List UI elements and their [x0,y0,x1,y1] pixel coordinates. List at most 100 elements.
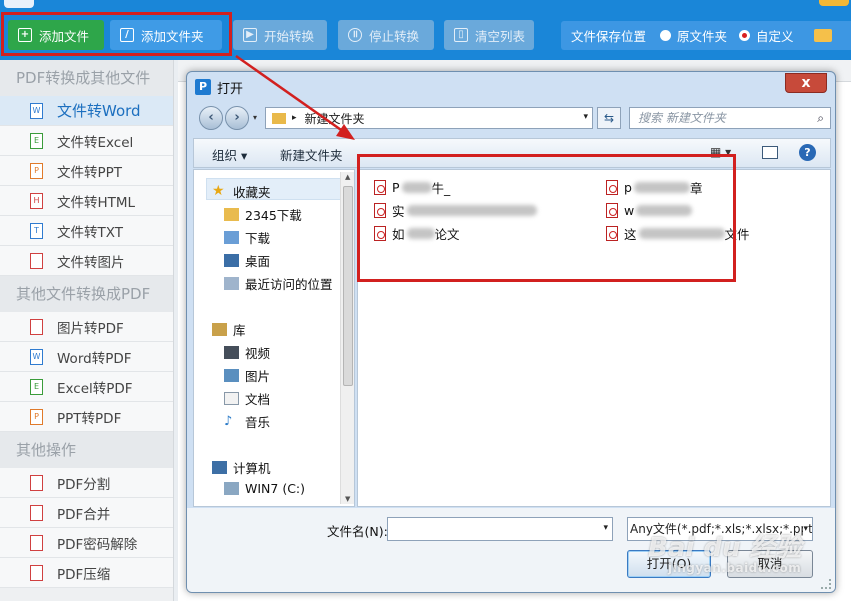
filename-dropdown-icon[interactable]: ▾ [603,523,608,533]
sidebar-item-label: 文件转Word [57,102,141,120]
close-button[interactable]: x [785,73,827,93]
address-folder-name: 新建文件夹 [304,111,365,126]
sidebar-item[interactable]: PDF合并 [0,498,173,528]
back-arrow-icon[interactable]: ‹ [199,106,223,130]
file-type-icon [30,474,43,491]
nav-recent-label: 最近访问的位置 [245,277,333,292]
sidebar-item[interactable]: PDF压缩 [0,558,173,588]
sidebar-item[interactable]: T 文件转TXT [0,216,173,246]
nav-videos-label: 视频 [245,346,271,361]
nav-pictures[interactable]: 图片 [224,366,270,385]
folder-icon[interactable] [813,29,832,42]
sidebar-item-label: PPT转PDF [57,410,122,427]
sidebar-item-label: Excel转PDF [57,380,133,397]
nav-videos[interactable]: 视频 [224,343,270,362]
watermark-main: Bai du 经验 [648,533,802,563]
nav-music[interactable]: ♪ 音乐 [224,412,270,431]
nav-desktop-label: 桌面 [245,254,271,269]
sidebar-item[interactable]: PDF分割 [0,468,173,498]
sidebar-item[interactable]: E Excel转PDF [0,372,173,402]
nav-libraries[interactable]: 库 [212,320,246,339]
file-type-icon: W [30,102,43,119]
sidebar-item[interactable]: PDF密码解除 [0,528,173,558]
nav-scrollbar[interactable]: ▲ ▼ [340,172,354,504]
help-icon[interactable]: ? [799,144,816,161]
file-type-icon [30,564,43,581]
stop-convert-button[interactable]: ॥ 停止转换 [338,20,434,50]
file-type-icon: P [30,408,43,425]
sidebar-item-label: PDF压缩 [57,566,111,583]
organize-menu[interactable]: 组织 ▾ [212,145,247,164]
section-other-ops: 其他操作 [0,432,173,468]
sidebar: PDF转换成其他文件 W 文件转Word E 文件转Excel P 文件转PPT H 文件转H… [0,60,174,601]
sidebar-item-label: 文件转HTML [57,194,136,211]
nav-downloads-label: 下载 [245,231,271,246]
search-input[interactable]: 搜索 新建文件夹 ⌕ [629,107,831,129]
sidebar-item-label: PDF分割 [57,476,111,493]
sidebar-item-label: 文件转Excel [57,134,134,151]
nav-recent[interactable]: 最近访问的位置 [224,274,333,293]
sidebar-item[interactable]: 图片转PDF [0,312,173,342]
sidebar-item[interactable]: W 文件转Word [0,96,173,126]
video-icon [224,346,239,359]
nav-favorites-label: 收藏夹 [233,185,271,200]
address-dropdown-icon[interactable]: ▾ [583,112,588,122]
new-folder-button[interactable]: 新建文件夹 [280,145,343,164]
music-note-icon: ♪ [224,414,233,429]
preview-pane-icon[interactable] [762,146,778,159]
search-icon[interactable]: ⌕ [817,108,824,128]
sidebar-item-label: PDF合并 [57,506,111,523]
radio-original-folder[interactable] [660,30,672,41]
sidebar-item[interactable]: W Word转PDF [0,342,173,372]
file-type-icon [30,252,43,269]
recent-places-icon [224,277,239,290]
nav-downloads[interactable]: 下载 [224,228,270,247]
navigation-pane: ★ 收藏夹 2345下载 下载 桌面 最近访问的位置 库 视频 图片 文档 ♪ 音乐… [193,169,355,507]
window-corner-button[interactable] [819,0,849,6]
nav-drive-c[interactable]: WIN7 (C:) [224,481,305,496]
sidebar-item[interactable]: E 文件转Excel [0,126,173,156]
sidebar-item[interactable]: P 文件转PPT [0,156,173,186]
file-type-icon [30,504,43,521]
forward-arrow-icon[interactable]: › [225,106,249,130]
scroll-down-icon[interactable]: ▼ [345,495,350,503]
filename-label: 文件名(N): [327,524,388,539]
history-dropdown-icon[interactable]: ▾ [253,113,257,122]
start-convert-button[interactable]: ▶ 开始转换 [233,20,327,50]
sidebar-item[interactable]: 文件转图片 [0,246,173,276]
sidebar-item-label: 文件转PPT [57,164,123,181]
file-type-icon: W [30,348,43,365]
baidu-watermark: Bai du 经验 jingyan.baidu.com [648,527,844,587]
sidebar-item-label: PDF密码解除 [57,536,138,553]
filename-input[interactable]: ▾ [387,517,613,541]
folder-icon [272,112,286,124]
nav-libraries-label: 库 [233,323,246,338]
nav-drive-c-label: WIN7 (C:) [245,481,306,496]
pause-icon: ॥ [348,28,362,42]
sidebar-item-label: 图片转PDF [57,320,124,337]
nav-2345-download[interactable]: 2345下载 [224,205,302,224]
star-icon: ★ [212,183,225,199]
scroll-up-icon[interactable]: ▲ [345,173,350,181]
desktop-icon [224,254,239,267]
sidebar-item[interactable]: P PPT转PDF [0,402,173,432]
dialog-titlebar[interactable]: P 打开 x [187,72,835,100]
scroll-thumb[interactable] [343,186,353,386]
nav-documents-label: 文档 [245,392,271,407]
clear-list-button[interactable]: ▯ 清空列表 [444,20,534,50]
document-icon [224,392,239,405]
nav-computer[interactable]: 计算机 [212,458,271,477]
nav-documents[interactable]: 文档 [224,389,270,408]
nav-2345-download-label: 2345下载 [245,208,302,223]
folder-icon [224,208,239,221]
address-bar[interactable]: ▸ 新建文件夹 ▾ [265,107,593,129]
radio-custom[interactable] [739,30,751,41]
refresh-icon[interactable]: ⇆ [597,107,621,129]
nav-desktop[interactable]: 桌面 [224,251,270,270]
top-toolbar: + 添加文件 / 添加文件夹 ▶ 开始转换 ॥ 停止转换 ▯ 清空列表 文件保存… [0,0,851,60]
nav-favorites[interactable]: ★ 收藏夹 [212,182,271,201]
download-folder-icon [224,231,239,244]
search-placeholder: 搜索 新建文件夹 [638,111,726,125]
sidebar-item[interactable]: H 文件转HTML [0,186,173,216]
app-logo [4,0,34,8]
